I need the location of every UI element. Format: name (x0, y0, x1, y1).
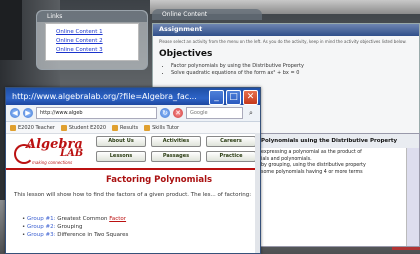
favorite-label: Student E2020 (68, 124, 107, 131)
favorite-icon (144, 124, 151, 131)
web-page: Algebra LAB making connections About Us … (6, 133, 260, 253)
factoring-groups-list: Group #1: Greatest Common Factor Group #… (22, 215, 128, 239)
assignment-header: Assignment (153, 24, 419, 36)
page-title: Factoring Polynomials (106, 175, 213, 185)
nav-lessons[interactable]: Lessons (96, 151, 146, 162)
back-icon[interactable]: ◀ (10, 108, 20, 118)
algebralab-logo[interactable]: Algebra LAB making connections (12, 136, 90, 166)
favorite-icon (60, 124, 67, 131)
links-list: Online Content 1 Online Content 2 Online… (56, 28, 138, 55)
browser-title: http://www.algebralab.org/?file=Algebra_… (12, 92, 197, 101)
group-link[interactable]: Group #1: (27, 216, 55, 222)
link-online-content-1[interactable]: Online Content 1 (56, 28, 138, 37)
objective-item: Solve quadratic equations of the form ax… (171, 70, 419, 77)
group-link[interactable]: Group #2: (27, 224, 55, 230)
group-text: Difference in Two Squares (55, 232, 129, 238)
page-scrollbar[interactable] (255, 133, 260, 253)
list-item: Group #1: Greatest Common Factor (22, 215, 128, 223)
nav-activities[interactable]: Activities (151, 136, 201, 147)
address-bar[interactable]: http://www.algeb (36, 107, 157, 119)
logo-tagline: making connections (32, 160, 73, 165)
lesson-intro: This lesson will show how to find the fa… (14, 192, 252, 198)
list-item: Group #2: Grouping (22, 223, 128, 231)
factor-link[interactable]: Factor (109, 216, 126, 222)
maximize-button[interactable]: □ (226, 90, 241, 105)
nav-careers[interactable]: Careers (206, 136, 256, 147)
favorite-student-e2020[interactable]: Student E2020 (60, 124, 107, 131)
list-item: Group #3: Difference in Two Squares (22, 231, 128, 239)
group-text: Greatest Common (55, 216, 110, 222)
search-icon[interactable]: ⌕ (246, 108, 256, 118)
lesson-notes-scrollbar[interactable] (406, 148, 419, 246)
search-input[interactable]: Google (186, 107, 243, 119)
links-panel: Links Online Content 1 Online Content 2 … (36, 10, 148, 70)
link-online-content-2[interactable]: Online Content 2 (56, 37, 138, 46)
favorite-icon (112, 124, 119, 131)
objective-item: Factor polynomials by using the Distribu… (171, 63, 419, 70)
favorite-results[interactable]: Results (112, 124, 139, 131)
favorite-e2020-teacher[interactable]: E2020 Teacher (10, 124, 55, 131)
logo-text-lab: LAB (60, 148, 84, 159)
links-list-box: Online Content 1 Online Content 2 Online… (45, 23, 139, 61)
assignment-instructions: Please select an activity from the menu … (159, 39, 407, 44)
lesson-notes-header: Polynomials using the Distributive Prope… (257, 134, 419, 148)
favorite-skills-tutor[interactable]: Skills Tutor (144, 124, 180, 131)
links-panel-title: Links (37, 11, 147, 22)
online-content-tab[interactable]: Online Content (152, 9, 262, 20)
link-online-content-3[interactable]: Online Content 3 (56, 46, 138, 55)
close-button[interactable]: ✕ (243, 90, 258, 105)
favorite-label: E2020 Teacher (18, 124, 55, 131)
refresh-icon[interactable]: ↻ (160, 108, 170, 118)
lesson-notes-card: Polynomials using the Distributive Prope… (256, 133, 420, 247)
favorite-label: Results (120, 124, 139, 131)
nav-passages[interactable]: Passages (151, 151, 201, 162)
group-text: Grouping (55, 224, 83, 230)
lesson-notes-body: expressing a polynomial as the product o… (257, 148, 419, 178)
forward-icon[interactable]: ▶ (23, 108, 33, 118)
minimize-button[interactable]: _ (209, 90, 224, 105)
header-divider (6, 168, 260, 170)
lesson-notes-line: some polynomials having 4 or more terms (261, 169, 363, 175)
browser-toolbar: ◀ ▶ http://www.algeb ↻ ✕ Google ⌕ (6, 105, 260, 122)
stop-icon[interactable]: ✕ (173, 108, 183, 118)
objectives-title: Objectives (159, 49, 213, 59)
favorite-icon (10, 124, 16, 131)
group-link[interactable]: Group #3: (27, 232, 55, 238)
window-controls: _ □ ✕ (209, 90, 258, 105)
nav-about-us[interactable]: About Us (96, 136, 146, 147)
objectives-list: Factor polynomials by using the Distribu… (171, 63, 419, 77)
browser-window: http://www.algebralab.org/?file=Algebra_… (5, 87, 261, 254)
nav-practice[interactable]: Practice (206, 151, 256, 162)
site-nav: About Us Activities Careers Lessons Pass… (96, 136, 256, 162)
favorite-label: Skills Tutor (152, 124, 180, 131)
scene-post (0, 0, 22, 60)
